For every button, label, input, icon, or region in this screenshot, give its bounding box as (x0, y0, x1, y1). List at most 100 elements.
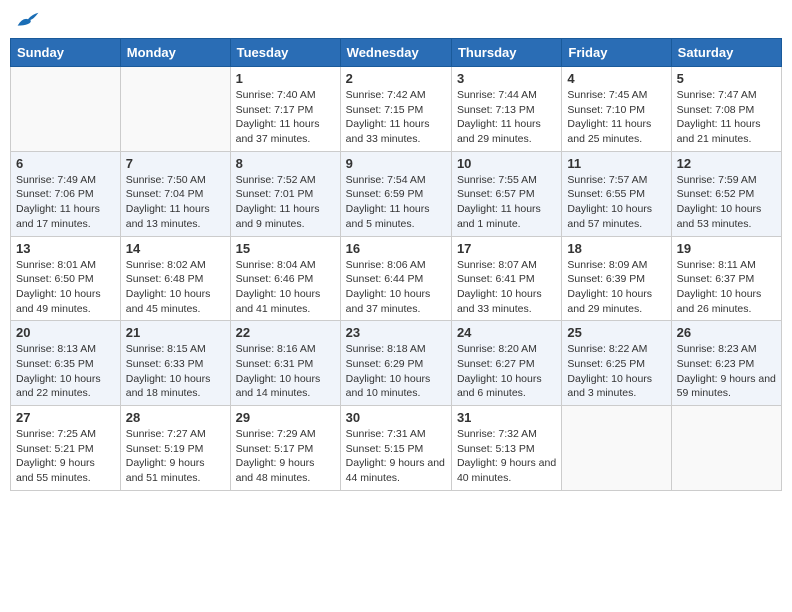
day-info: Sunrise: 8:15 AM Sunset: 6:33 PM Dayligh… (126, 342, 225, 401)
calendar-cell: 27Sunrise: 7:25 AM Sunset: 5:21 PM Dayli… (11, 406, 121, 491)
calendar-cell: 4 Sunrise: 7:45 AM Sunset: 7:10 PM Daylig… (562, 67, 671, 152)
day-info: Sunrise: 7:52 AM Sunset: 7:01 PM Dayligh… (236, 173, 335, 232)
calendar-cell: 13 Sunrise: 8:01 AM Sunset: 6:50 PM Dayli… (11, 236, 121, 321)
day-number: 23 (346, 325, 446, 340)
day-number: 28 (126, 410, 225, 425)
day-info: Sunrise: 8:06 AM Sunset: 6:44 PM Dayligh… (346, 258, 446, 317)
day-number: 16 (346, 241, 446, 256)
day-number: 10 (457, 156, 556, 171)
calendar-cell: 20Sunrise: 8:13 AM Sunset: 6:35 PM Dayli… (11, 321, 121, 406)
calendar-cell: 26 Sunrise: 8:23 AM Sunset: 6:23 PM Dayli… (671, 321, 781, 406)
day-number: 30 (346, 410, 446, 425)
day-info: Sunrise: 7:54 AM Sunset: 6:59 PM Dayligh… (346, 173, 446, 232)
calendar-week-row: 13 Sunrise: 8:01 AM Sunset: 6:50 PM Dayli… (11, 236, 782, 321)
calendar-cell (120, 67, 230, 152)
day-info: Sunrise: 7:40 AM Sunset: 7:17 PM Dayligh… (236, 88, 335, 147)
day-info: Sunrise: 7:49 AM Sunset: 7:06 PM Dayligh… (16, 173, 115, 232)
day-info: Sunrise: 8:04 AM Sunset: 6:46 PM Dayligh… (236, 258, 335, 317)
calendar-cell: 14 Sunrise: 8:02 AM Sunset: 6:48 PM Dayli… (120, 236, 230, 321)
calendar-cell: 19 Sunrise: 8:11 AM Sunset: 6:37 PM Dayli… (671, 236, 781, 321)
day-info: Sunrise: 7:57 AM Sunset: 6:55 PM Dayligh… (567, 173, 665, 232)
day-number: 21 (126, 325, 225, 340)
calendar-cell: 8 Sunrise: 7:52 AM Sunset: 7:01 PM Daylig… (230, 151, 340, 236)
calendar-cell (562, 406, 671, 491)
day-number: 29 (236, 410, 335, 425)
col-header-monday: Monday (120, 39, 230, 67)
day-info: Sunrise: 8:22 AM Sunset: 6:25 PM Dayligh… (567, 342, 665, 401)
day-info: Sunrise: 8:07 AM Sunset: 6:41 PM Dayligh… (457, 258, 556, 317)
calendar-cell: 25 Sunrise: 8:22 AM Sunset: 6:25 PM Dayli… (562, 321, 671, 406)
calendar-cell: 11 Sunrise: 7:57 AM Sunset: 6:55 PM Dayli… (562, 151, 671, 236)
day-number: 17 (457, 241, 556, 256)
day-number: 3 (457, 71, 556, 86)
day-info: Sunrise: 8:23 AM Sunset: 6:23 PM Dayligh… (677, 342, 776, 401)
day-number: 19 (677, 241, 776, 256)
calendar-cell (671, 406, 781, 491)
calendar-cell: 7Sunrise: 7:50 AM Sunset: 7:04 PM Daylig… (120, 151, 230, 236)
day-number: 31 (457, 410, 556, 425)
calendar-cell (11, 67, 121, 152)
calendar-cell: 5Sunrise: 7:47 AM Sunset: 7:08 PM Daylig… (671, 67, 781, 152)
day-number: 22 (236, 325, 335, 340)
calendar-cell: 9Sunrise: 7:54 AM Sunset: 6:59 PM Daylig… (340, 151, 451, 236)
day-info: Sunrise: 7:25 AM Sunset: 5:21 PM Dayligh… (16, 427, 115, 486)
day-info: Sunrise: 8:09 AM Sunset: 6:39 PM Dayligh… (567, 258, 665, 317)
calendar-cell: 30 Sunrise: 7:31 AM Sunset: 5:15 PM Dayli… (340, 406, 451, 491)
day-number: 2 (346, 71, 446, 86)
calendar-week-row: 27Sunrise: 7:25 AM Sunset: 5:21 PM Dayli… (11, 406, 782, 491)
col-header-saturday: Saturday (671, 39, 781, 67)
calendar-cell: 10 Sunrise: 7:55 AM Sunset: 6:57 PM Dayli… (451, 151, 561, 236)
calendar-cell: 21 Sunrise: 8:15 AM Sunset: 6:33 PM Dayli… (120, 321, 230, 406)
calendar-cell: 6Sunrise: 7:49 AM Sunset: 7:06 PM Daylig… (11, 151, 121, 236)
calendar-header-row: SundayMondayTuesdayWednesdayThursdayFrid… (11, 39, 782, 67)
day-info: Sunrise: 7:44 AM Sunset: 7:13 PM Dayligh… (457, 88, 556, 147)
page-header (10, 10, 782, 30)
day-info: Sunrise: 8:13 AM Sunset: 6:35 PM Dayligh… (16, 342, 115, 401)
day-number: 26 (677, 325, 776, 340)
day-number: 15 (236, 241, 335, 256)
calendar-week-row: 6Sunrise: 7:49 AM Sunset: 7:06 PM Daylig… (11, 151, 782, 236)
calendar-cell: 1 Sunrise: 7:40 AM Sunset: 7:17 PM Daylig… (230, 67, 340, 152)
day-info: Sunrise: 7:59 AM Sunset: 6:52 PM Dayligh… (677, 173, 776, 232)
calendar-cell: 16 Sunrise: 8:06 AM Sunset: 6:44 PM Dayli… (340, 236, 451, 321)
day-number: 18 (567, 241, 665, 256)
day-info: Sunrise: 7:55 AM Sunset: 6:57 PM Dayligh… (457, 173, 556, 232)
calendar-cell: 18 Sunrise: 8:09 AM Sunset: 6:39 PM Dayli… (562, 236, 671, 321)
calendar-table: SundayMondayTuesdayWednesdayThursdayFrid… (10, 38, 782, 491)
col-header-wednesday: Wednesday (340, 39, 451, 67)
day-info: Sunrise: 8:16 AM Sunset: 6:31 PM Dayligh… (236, 342, 335, 401)
calendar-cell: 28 Sunrise: 7:27 AM Sunset: 5:19 PM Dayli… (120, 406, 230, 491)
day-number: 4 (567, 71, 665, 86)
day-info: Sunrise: 7:45 AM Sunset: 7:10 PM Dayligh… (567, 88, 665, 147)
day-number: 13 (16, 241, 115, 256)
day-info: Sunrise: 8:20 AM Sunset: 6:27 PM Dayligh… (457, 342, 556, 401)
calendar-cell: 15 Sunrise: 8:04 AM Sunset: 6:46 PM Dayli… (230, 236, 340, 321)
day-info: Sunrise: 8:01 AM Sunset: 6:50 PM Dayligh… (16, 258, 115, 317)
day-number: 14 (126, 241, 225, 256)
day-info: Sunrise: 7:42 AM Sunset: 7:15 PM Dayligh… (346, 88, 446, 147)
calendar-week-row: 1 Sunrise: 7:40 AM Sunset: 7:17 PM Daylig… (11, 67, 782, 152)
day-number: 5 (677, 71, 776, 86)
calendar-cell: 22 Sunrise: 8:16 AM Sunset: 6:31 PM Dayli… (230, 321, 340, 406)
col-header-tuesday: Tuesday (230, 39, 340, 67)
calendar-week-row: 20Sunrise: 8:13 AM Sunset: 6:35 PM Dayli… (11, 321, 782, 406)
calendar-cell: 17 Sunrise: 8:07 AM Sunset: 6:41 PM Dayli… (451, 236, 561, 321)
day-info: Sunrise: 7:32 AM Sunset: 5:13 PM Dayligh… (457, 427, 556, 486)
day-number: 12 (677, 156, 776, 171)
day-info: Sunrise: 8:02 AM Sunset: 6:48 PM Dayligh… (126, 258, 225, 317)
day-info: Sunrise: 7:31 AM Sunset: 5:15 PM Dayligh… (346, 427, 446, 486)
day-number: 1 (236, 71, 335, 86)
logo-bird-icon (16, 10, 40, 30)
calendar-cell: 3 Sunrise: 7:44 AM Sunset: 7:13 PM Daylig… (451, 67, 561, 152)
logo (14, 10, 42, 30)
calendar-cell: 2 Sunrise: 7:42 AM Sunset: 7:15 PM Daylig… (340, 67, 451, 152)
day-info: Sunrise: 7:27 AM Sunset: 5:19 PM Dayligh… (126, 427, 225, 486)
day-number: 25 (567, 325, 665, 340)
col-header-sunday: Sunday (11, 39, 121, 67)
calendar-cell: 31 Sunrise: 7:32 AM Sunset: 5:13 PM Dayli… (451, 406, 561, 491)
day-info: Sunrise: 8:11 AM Sunset: 6:37 PM Dayligh… (677, 258, 776, 317)
day-number: 11 (567, 156, 665, 171)
calendar-cell: 29Sunrise: 7:29 AM Sunset: 5:17 PM Dayli… (230, 406, 340, 491)
day-number: 8 (236, 156, 335, 171)
day-number: 24 (457, 325, 556, 340)
